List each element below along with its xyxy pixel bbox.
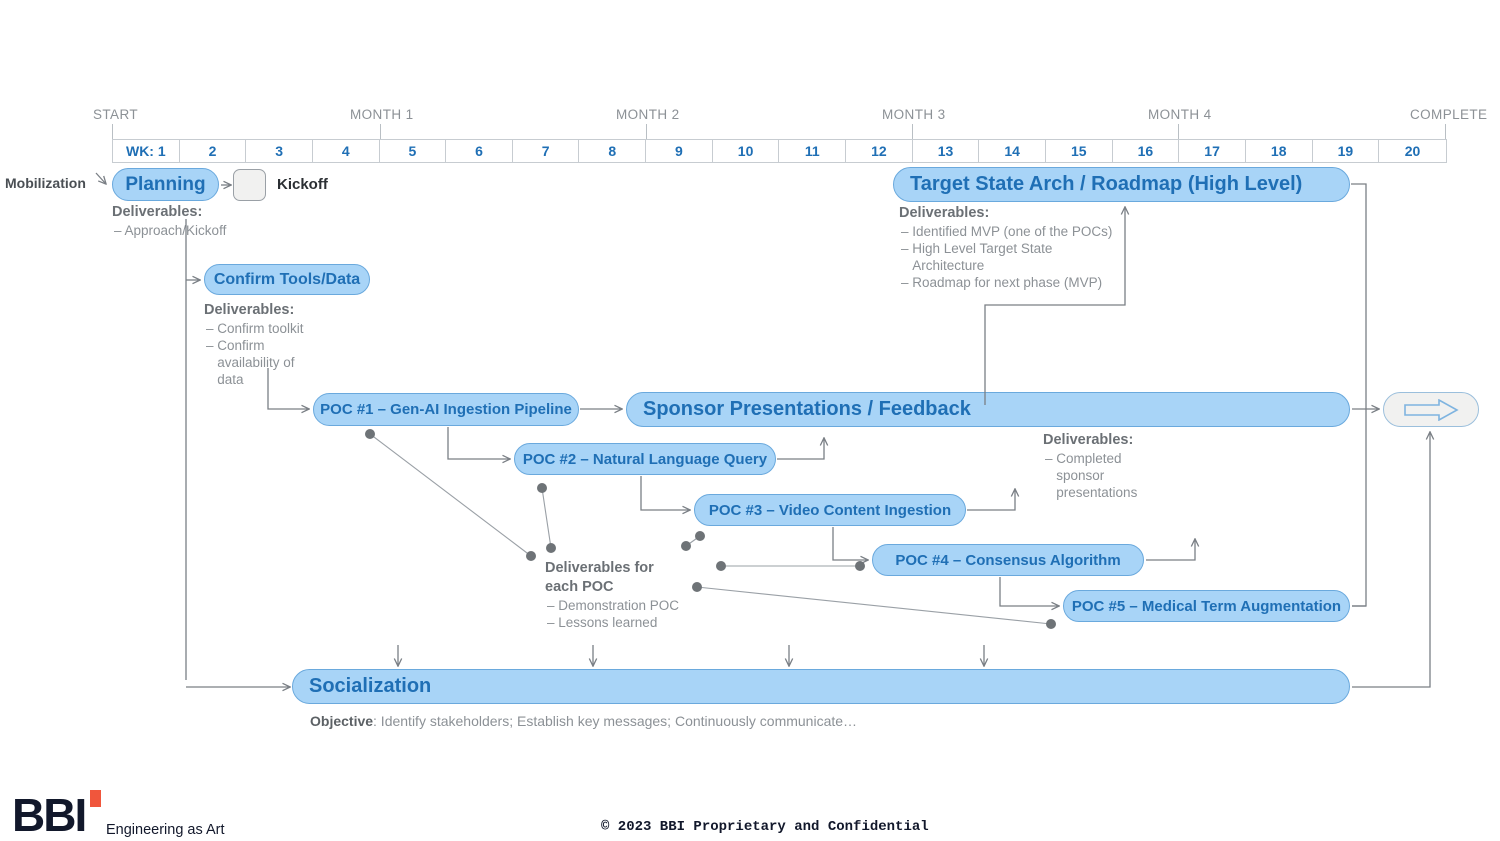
- deliverable-item: – Roadmap for next phase (MVP): [901, 275, 1103, 290]
- deliverables-poc: – Demonstration POC – Lessons learned: [547, 597, 679, 631]
- timeline-start-label: START: [93, 107, 139, 122]
- month-label-4: MONTH 4: [1148, 107, 1212, 122]
- month-tick-3: [912, 124, 913, 139]
- bbi-logo-accent: [90, 790, 101, 807]
- task-planning[interactable]: Planning: [112, 168, 219, 201]
- month-label-1: MONTH 1: [350, 107, 414, 122]
- kickoff-milestone[interactable]: [233, 169, 266, 201]
- week-cell-16[interactable]: 16: [1113, 140, 1180, 162]
- month-tick-1: [380, 124, 381, 139]
- week-cell-14[interactable]: 14: [979, 140, 1046, 162]
- month-tick-4: [1178, 124, 1179, 139]
- month-label-3: MONTH 3: [882, 107, 946, 122]
- week-cell-2[interactable]: 2: [180, 140, 247, 162]
- task-poc3[interactable]: POC #3 – Video Content Ingestion: [694, 494, 966, 526]
- week-cell-8[interactable]: 8: [579, 140, 647, 162]
- week-cell-20[interactable]: 20: [1379, 140, 1446, 162]
- deliverables-heading-confirm-tools: Deliverables:: [204, 302, 295, 318]
- week-cell-7[interactable]: 7: [513, 140, 580, 162]
- week-cell-12[interactable]: 12: [846, 140, 913, 162]
- week-cell-1[interactable]: WK: 1: [113, 140, 180, 162]
- task-poc1[interactable]: POC #1 – Gen-AI Ingestion Pipeline: [313, 393, 579, 426]
- week-cell-6[interactable]: 6: [446, 140, 513, 162]
- deliverables-confirm-tools: – Confirm toolkit – Confirm availability…: [206, 320, 304, 388]
- week-cell-15[interactable]: 15: [1046, 140, 1113, 162]
- deliverable-item: – Approach/Kickoff: [114, 223, 227, 238]
- task-poc5[interactable]: POC #5 – Medical Term Augmentation: [1063, 590, 1350, 622]
- objective-text: : Identify stakeholders; Establish key m…: [373, 713, 858, 729]
- task-poc4[interactable]: POC #4 – Consensus Algorithm: [872, 544, 1144, 576]
- copyright-notice: © 2023 BBI Proprietary and Confidential: [601, 819, 929, 835]
- deliverables-heading-poc: Deliverables for each POC: [545, 560, 654, 595]
- deliverable-item: – Identified MVP (one of the POCs): [901, 224, 1113, 239]
- deliverables-target-state: – Identified MVP (one of the POCs) – Hig…: [901, 223, 1112, 291]
- task-confirm-tools[interactable]: Confirm Tools/Data: [204, 264, 370, 295]
- timeline-complete-label: COMPLETE: [1410, 107, 1488, 122]
- mobilization-label: Mobilization: [5, 175, 86, 191]
- week-cell-4[interactable]: 4: [313, 140, 380, 162]
- week-grid: WK: 1 2 3 4 5 6 7 8 9 10 11 12 13 14 15 16 17 18 19 20: [112, 139, 1447, 163]
- week-cell-17[interactable]: 17: [1179, 140, 1246, 162]
- deliverable-item: – Lessons learned: [547, 615, 658, 630]
- month-tick-2: [646, 124, 647, 139]
- deliverables-heading-target-state: Deliverables:: [899, 205, 990, 221]
- roadmap-diagram: START MONTH 1 MONTH 2 MONTH 3 MONTH 4 CO…: [0, 0, 1500, 841]
- deliverable-item: – High Level Target State Architecture: [901, 241, 1053, 273]
- complete-tick: [1445, 124, 1446, 139]
- socialization-objective: Objective: Identify stakeholders; Establ…: [310, 713, 857, 729]
- week-cell-19[interactable]: 19: [1313, 140, 1380, 162]
- week-cell-9[interactable]: 9: [646, 140, 713, 162]
- task-target-state[interactable]: Target State Arch / Roadmap (High Level): [893, 167, 1350, 202]
- deliverable-item: – Demonstration POC: [547, 598, 680, 613]
- task-poc2[interactable]: POC #2 – Natural Language Query: [514, 443, 776, 475]
- task-sponsor-presentations[interactable]: Sponsor Presentations / Feedback: [626, 392, 1350, 427]
- bbi-logo: BBI: [12, 789, 101, 841]
- week-cell-3[interactable]: 3: [246, 140, 313, 162]
- deliverables-heading-sponsor: Deliverables:: [1043, 432, 1134, 448]
- objective-label: Objective: [310, 713, 374, 729]
- task-socialization[interactable]: Socialization: [292, 669, 1350, 704]
- right-arrow-icon: [1404, 398, 1459, 421]
- week-cell-10[interactable]: 10: [713, 140, 780, 162]
- deliverable-item: – Confirm toolkit: [206, 321, 304, 336]
- week-cell-18[interactable]: 18: [1246, 140, 1313, 162]
- deliverable-item: – Confirm availability of data: [206, 338, 295, 387]
- completion-endcap[interactable]: [1383, 392, 1479, 427]
- start-tick: [112, 124, 113, 139]
- bbi-logo-text: BBI: [12, 789, 87, 841]
- month-label-2: MONTH 2: [616, 107, 680, 122]
- deliverables-planning: – Approach/Kickoff: [114, 222, 226, 239]
- week-cell-5[interactable]: 5: [380, 140, 447, 162]
- week-cell-11[interactable]: 11: [779, 140, 847, 162]
- kickoff-label: Kickoff: [277, 176, 328, 193]
- deliverables-heading-planning: Deliverables:: [112, 204, 203, 220]
- deliverable-item: – Completed sponsor presentations: [1045, 451, 1138, 500]
- bbi-tagline: Engineering as Art: [106, 822, 225, 838]
- week-cell-13[interactable]: 13: [913, 140, 980, 162]
- deliverables-sponsor: – Completed sponsor presentations: [1045, 450, 1137, 501]
